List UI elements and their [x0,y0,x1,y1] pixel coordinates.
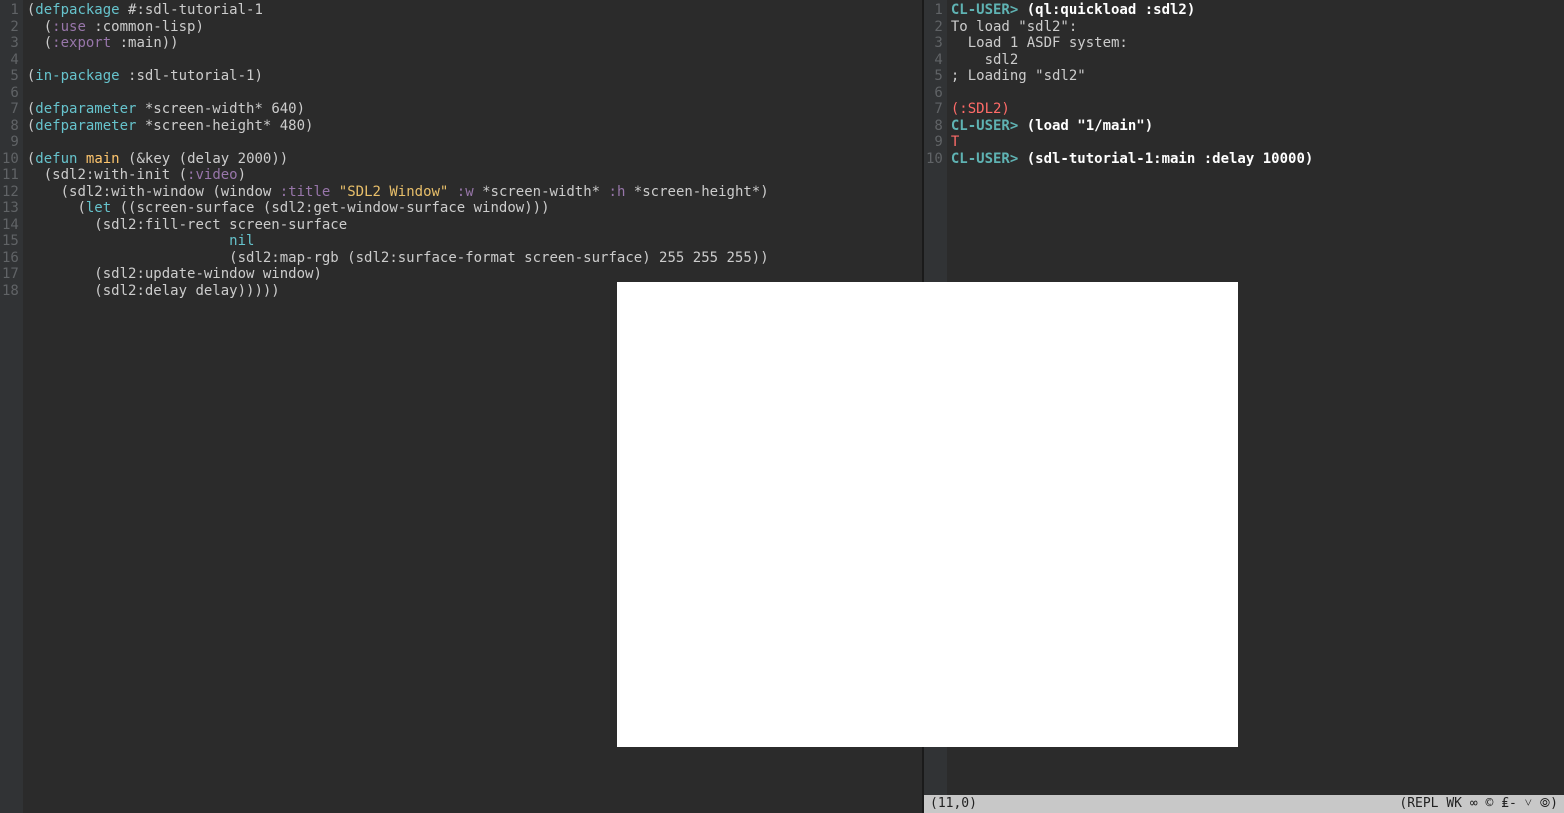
cursor-position: (11,0) [930,795,977,813]
line-number-gutter-left: 123456789101112131415161718 [0,0,23,813]
sdl2-output-window[interactable] [617,282,1238,747]
status-bar: (11,0) (REPL WK ∞ © ₤- ˅ ⦾) [924,795,1564,813]
mode-indicators: (REPL WK ∞ © ₤- ˅ ⦾) [1399,795,1558,813]
